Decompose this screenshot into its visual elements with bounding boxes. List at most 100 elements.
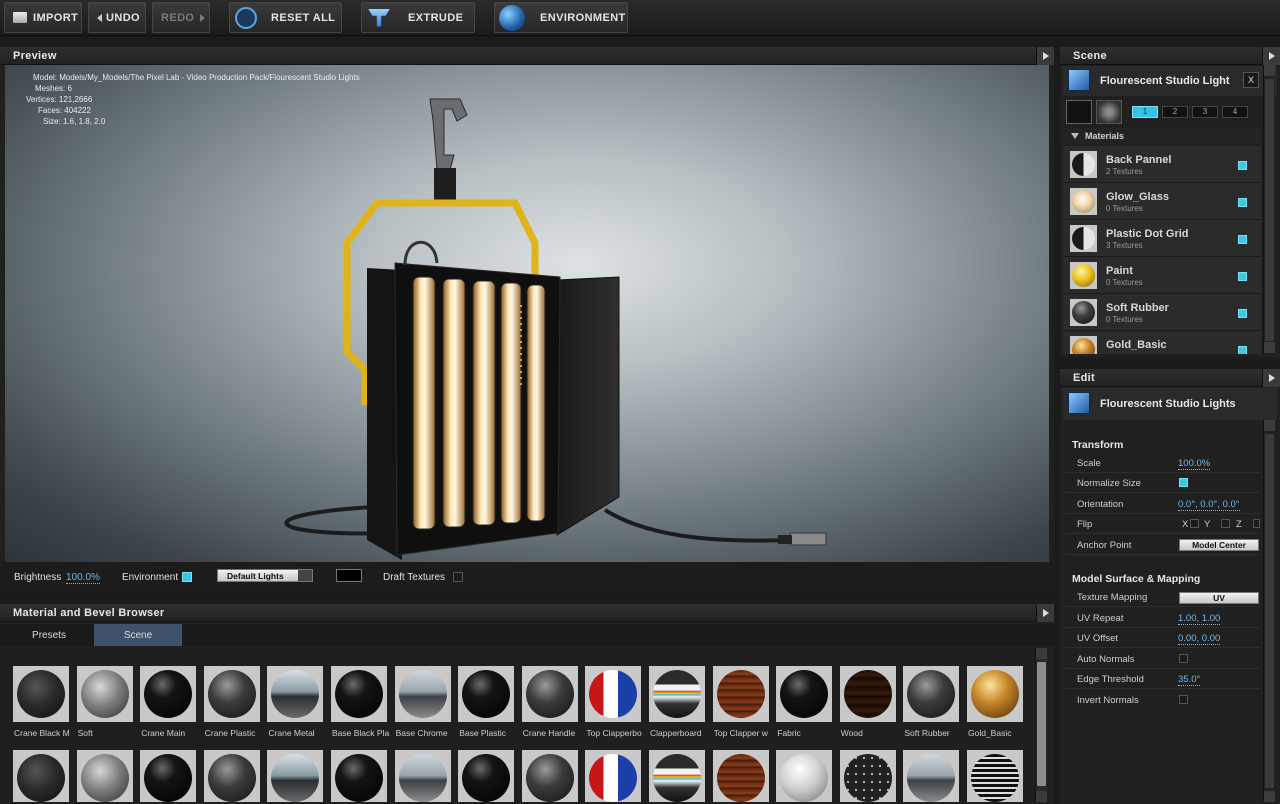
- material-sphere-icon: [1072, 227, 1095, 250]
- material-swatch[interactable]: [140, 750, 197, 802]
- background-color-swatch[interactable]: [336, 569, 362, 582]
- undo-button[interactable]: UNDO: [88, 2, 146, 33]
- edge-threshold-value[interactable]: 35.0°: [1178, 674, 1201, 686]
- scene-material-row[interactable]: Paint 0 Textures: [1063, 257, 1261, 294]
- scroll-up-arrow-icon[interactable]: [1036, 648, 1047, 659]
- extrude-button[interactable]: EXTRUDE: [361, 2, 475, 33]
- material-swatch[interactable]: [394, 666, 451, 722]
- material-swatch[interactable]: [76, 750, 133, 802]
- scroll-down-arrow-icon[interactable]: [1264, 791, 1275, 802]
- material-swatch[interactable]: [76, 666, 133, 722]
- material-visibility-checkbox[interactable]: [1238, 235, 1247, 244]
- panel-expand-arrow-icon[interactable]: [1036, 604, 1054, 622]
- brightness-value[interactable]: 100.0%: [66, 572, 100, 584]
- material-swatch[interactable]: [776, 750, 833, 802]
- material-visibility-checkbox[interactable]: [1238, 346, 1247, 354]
- panel-expand-arrow-icon[interactable]: [1262, 47, 1280, 65]
- tab-2[interactable]: 2: [1162, 106, 1188, 118]
- scroll-down-arrow-icon[interactable]: [1036, 791, 1047, 802]
- material-visibility-checkbox[interactable]: [1238, 198, 1247, 207]
- material-swatch[interactable]: [331, 666, 387, 722]
- material-visibility-checkbox[interactable]: [1238, 161, 1247, 170]
- 3d-viewport[interactable]: Model: Models/My_Models/The Pixel Lab - …: [5, 65, 1049, 562]
- material-swatch[interactable]: [203, 750, 260, 802]
- object-mode-icon[interactable]: [1066, 100, 1092, 124]
- scroll-thumb[interactable]: [1265, 79, 1274, 341]
- material-swatch[interactable]: [712, 666, 769, 722]
- uv-repeat-value[interactable]: 1.00, 1.00: [1178, 613, 1221, 625]
- flip-z-checkbox[interactable]: [1253, 519, 1260, 528]
- material-swatch[interactable]: [839, 666, 896, 722]
- scene-scrollbar[interactable]: [1263, 65, 1275, 353]
- material-swatch[interactable]: [649, 750, 705, 802]
- material-swatch[interactable]: [967, 666, 1023, 722]
- scene-material-row[interactable]: Soft Rubber 0 Textures: [1063, 294, 1261, 331]
- material-swatch[interactable]: [967, 750, 1023, 802]
- material-swatch[interactable]: [585, 666, 642, 722]
- scroll-up-arrow-icon[interactable]: [1264, 65, 1275, 76]
- auto-normals-checkbox[interactable]: [1179, 654, 1188, 663]
- material-swatch[interactable]: [140, 666, 197, 722]
- material-swatch[interactable]: [203, 666, 260, 722]
- material-swatch[interactable]: [903, 666, 960, 722]
- surface-section-title: Model Surface & Mapping: [1072, 573, 1201, 585]
- texture-mapping-button[interactable]: UV: [1179, 592, 1259, 604]
- anchor-point-button[interactable]: Model Center: [1179, 539, 1259, 551]
- material-swatch[interactable]: [331, 750, 387, 802]
- tab-presets[interactable]: Presets: [5, 624, 93, 646]
- material-swatch[interactable]: [458, 666, 515, 722]
- tab-1[interactable]: 1: [1132, 106, 1158, 118]
- tab-3[interactable]: 3: [1192, 106, 1218, 118]
- scroll-thumb[interactable]: [1037, 662, 1046, 786]
- material-visibility-checkbox[interactable]: [1238, 272, 1247, 281]
- flip-x-checkbox[interactable]: [1190, 519, 1199, 528]
- material-texture-count: 0 Textures: [1106, 204, 1143, 213]
- orientation-value[interactable]: 0.0°, 0.0°, 0.0°: [1178, 499, 1240, 511]
- scene-object-row[interactable]: Flourescent Studio Light X: [1063, 66, 1277, 96]
- scroll-up-arrow-icon[interactable]: [1264, 420, 1275, 431]
- draft-textures-checkbox[interactable]: [453, 572, 463, 582]
- material-swatch[interactable]: [521, 666, 578, 722]
- normalize-size-checkbox[interactable]: [1179, 478, 1188, 487]
- close-button[interactable]: X: [1243, 72, 1259, 88]
- material-visibility-checkbox[interactable]: [1238, 309, 1247, 318]
- invert-normals-checkbox[interactable]: [1179, 695, 1188, 704]
- flip-y-checkbox[interactable]: [1221, 519, 1230, 528]
- material-swatch[interactable]: [13, 666, 69, 722]
- scroll-thumb[interactable]: [1265, 434, 1274, 788]
- panel-expand-arrow-icon[interactable]: [1036, 47, 1054, 65]
- scroll-down-arrow-icon[interactable]: [1264, 342, 1275, 353]
- material-swatch[interactable]: [903, 750, 960, 802]
- material-swatch[interactable]: [394, 750, 451, 802]
- edit-scrollbar[interactable]: [1263, 420, 1275, 802]
- material-swatch[interactable]: [458, 750, 515, 802]
- scene-material-row[interactable]: Plastic Dot Grid 3 Textures: [1063, 220, 1261, 257]
- redo-button[interactable]: REDO: [152, 2, 210, 33]
- scene-material-row[interactable]: Back Pannel 2 Textures: [1063, 146, 1261, 183]
- material-swatch[interactable]: [585, 750, 642, 802]
- material-swatch[interactable]: [712, 750, 769, 802]
- environment-checkbox[interactable]: [182, 572, 192, 582]
- material-swatch[interactable]: [267, 666, 324, 722]
- panel-expand-arrow-icon[interactable]: [1262, 369, 1280, 387]
- environment-button[interactable]: ENVIRONMENT: [494, 2, 628, 33]
- reset-all-button[interactable]: RESET ALL: [229, 2, 342, 33]
- material-swatch[interactable]: [776, 666, 833, 722]
- material-swatch[interactable]: [649, 666, 705, 722]
- tab-4[interactable]: 4: [1222, 106, 1248, 118]
- uv-offset-value[interactable]: 0.00, 0.00: [1178, 633, 1221, 645]
- material-swatch[interactable]: [839, 750, 896, 802]
- tab-scene[interactable]: Scene: [94, 624, 182, 646]
- materials-section-header[interactable]: Materials: [1063, 128, 1261, 144]
- material-swatch[interactable]: [521, 750, 578, 802]
- material-sphere-icon: [907, 754, 956, 802]
- material-swatch[interactable]: [13, 750, 69, 802]
- scene-material-row[interactable]: Gold_Basic: [1063, 331, 1261, 354]
- material-mode-icon[interactable]: [1096, 100, 1122, 124]
- material-swatch[interactable]: [267, 750, 324, 802]
- scale-value[interactable]: 100.0%: [1178, 458, 1211, 470]
- import-button[interactable]: IMPORT: [4, 2, 82, 33]
- scene-material-row[interactable]: Glow_Glass 0 Textures: [1063, 183, 1261, 220]
- lights-select[interactable]: Default Lights: [217, 569, 313, 582]
- browser-scrollbar[interactable]: [1035, 648, 1047, 802]
